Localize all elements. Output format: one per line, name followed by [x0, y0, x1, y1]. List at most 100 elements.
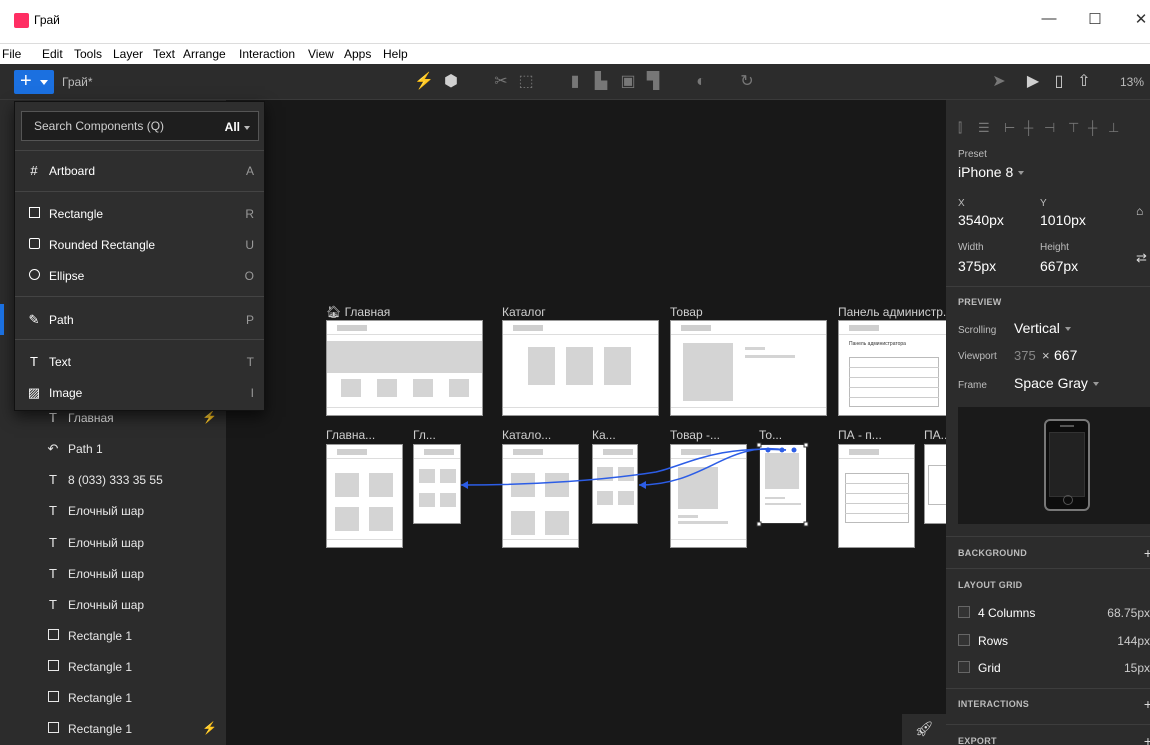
align-top-icon[interactable]: ⊣: [1044, 120, 1055, 136]
filter-dropdown[interactable]: All: [225, 120, 250, 134]
interaction-link[interactable]: [638, 447, 787, 486]
toolbar: + Грай* ⚡ ⬢ ✂ ⬚ ▮ ▙ ▣ ▜ ◐ ↻ ➤ ▶ ▯ ⇧ 13%: [0, 64, 1150, 100]
frame-select[interactable]: Space Gray: [1014, 375, 1099, 391]
menu-edit[interactable]: Edit: [42, 47, 63, 61]
bolt-icon[interactable]: ⚡: [413, 72, 435, 92]
distribute-horizontal-icon[interactable]: ┼: [1024, 120, 1033, 135]
layer-item[interactable]: T 8 (033) 333 35 55: [0, 464, 226, 495]
selection-handle[interactable]: [803, 442, 809, 448]
component-image[interactable]: ▨ Image I: [15, 377, 264, 408]
play-icon[interactable]: ▶: [1022, 72, 1044, 92]
component-icon[interactable]: ⬢: [440, 72, 462, 92]
interactions-header: INTERACTIONS: [958, 699, 1030, 709]
boolean-difference-icon[interactable]: ▜: [642, 72, 664, 92]
add-component-button[interactable]: +: [14, 70, 54, 94]
component-rectangle[interactable]: Rectangle R: [15, 198, 264, 229]
menu-file[interactable]: File: [2, 47, 21, 61]
component-artboard[interactable]: # Artboard A: [15, 155, 264, 186]
menu-interaction[interactable]: Interaction: [239, 47, 295, 61]
layer-item[interactable]: T Елочный шар: [0, 589, 226, 620]
viewport-width[interactable]: 375: [1014, 348, 1036, 363]
mask-icon[interactable]: ✂: [490, 72, 512, 92]
rotate-icon[interactable]: ↻: [736, 72, 758, 92]
layer-item[interactable]: Rectangle 1 ⚡: [0, 713, 226, 744]
ellipse-icon: [27, 268, 41, 283]
component-ellipse[interactable]: Ellipse O: [15, 260, 264, 291]
selection-handle[interactable]: [756, 442, 762, 448]
boolean-union-icon[interactable]: ▮: [564, 72, 586, 92]
zoom-level[interactable]: 13%: [1120, 75, 1144, 89]
cursor-icon[interactable]: ➤: [988, 72, 1010, 92]
components-dropdown: All # Artboard A Rectangle R Rounded Rec…: [0, 101, 265, 411]
y-input[interactable]: 1010px: [1040, 212, 1086, 228]
menu-layer[interactable]: Layer: [113, 47, 143, 61]
search-components-input[interactable]: [22, 112, 202, 140]
layer-item[interactable]: T Елочный шар: [0, 495, 226, 526]
text-icon: T: [49, 597, 57, 612]
component-text[interactable]: T Text T: [15, 346, 264, 377]
text-icon: T: [30, 354, 38, 369]
align-bottom-icon[interactable]: ┼: [1088, 120, 1097, 135]
columns-checkbox[interactable]: [958, 606, 970, 618]
maximize-button[interactable]: ☐: [1080, 10, 1110, 28]
boolean-subtract-icon[interactable]: ▙: [590, 72, 612, 92]
layer-item[interactable]: T Елочный шар: [0, 558, 226, 589]
menu-bar: File Edit Tools Layer Text Arrange Inter…: [0, 44, 1150, 64]
preset-select[interactable]: iPhone 8: [958, 164, 1025, 180]
align-left-icon[interactable]: ⫿: [958, 120, 962, 136]
layer-item[interactable]: Rectangle 1: [0, 651, 226, 682]
component-rounded-rectangle[interactable]: Rounded Rectangle U: [15, 229, 264, 260]
width-input[interactable]: 375px: [958, 258, 996, 274]
link-handle[interactable]: [791, 447, 797, 453]
link-handle[interactable]: [765, 447, 771, 453]
grid-label: Grid: [978, 661, 1001, 675]
close-button[interactable]: ✕: [1126, 10, 1150, 28]
document-name: Грай*: [62, 75, 93, 89]
distribute-vertical-icon[interactable]: ⊥: [1108, 120, 1119, 136]
layer-label: Rectangle 1: [68, 691, 133, 705]
device-preview: [958, 407, 1150, 524]
text-icon: T: [49, 410, 57, 425]
add-export-button[interactable]: +: [1144, 733, 1150, 745]
grid-checkbox[interactable]: [958, 661, 970, 673]
boolean-intersect-icon[interactable]: ▣: [617, 72, 639, 92]
minimize-button[interactable]: —: [1034, 10, 1064, 27]
menu-view[interactable]: View: [308, 47, 334, 61]
rocket-icon[interactable]: 🚀︎: [902, 714, 946, 745]
menu-tools[interactable]: Tools: [74, 47, 102, 61]
columns-value[interactable]: 68.75px: [1107, 606, 1150, 620]
layer-item[interactable]: ↶ Path 1: [0, 433, 226, 464]
frame-icon[interactable]: ⬚: [515, 72, 537, 92]
lock-position-icon[interactable]: ⌂: [1136, 204, 1143, 218]
layer-item[interactable]: Rectangle 1: [0, 682, 226, 713]
rows-value[interactable]: 144px: [1117, 634, 1150, 648]
menu-text[interactable]: Text: [153, 47, 175, 61]
layer-item[interactable]: T Елочный шар: [0, 527, 226, 558]
flatten-icon[interactable]: ◐: [690, 72, 712, 92]
align-center-icon[interactable]: ☰: [978, 120, 990, 136]
link-handle[interactable]: [779, 447, 785, 453]
menu-apps[interactable]: Apps: [344, 47, 371, 61]
scrolling-select[interactable]: Vertical: [1014, 320, 1071, 336]
menu-arrange[interactable]: Arrange: [183, 47, 226, 61]
viewport-height[interactable]: 667: [1054, 347, 1077, 363]
height-input[interactable]: 667px: [1040, 258, 1078, 274]
selection-handle[interactable]: [803, 521, 809, 527]
align-right-icon[interactable]: ⊢: [1004, 120, 1015, 136]
menu-help[interactable]: Help: [383, 47, 408, 61]
align-middle-icon[interactable]: ⊤: [1068, 120, 1079, 136]
component-path[interactable]: ✎ Path P: [0, 304, 264, 335]
artboard-icon: #: [30, 163, 38, 178]
rows-checkbox[interactable]: [958, 634, 970, 646]
selection-handle[interactable]: [756, 521, 762, 527]
x-input[interactable]: 3540px: [958, 212, 1004, 228]
design-canvas[interactable]: 🏠︎ Главная Каталог Товар Панель админист…: [226, 100, 954, 745]
grid-value[interactable]: 15px: [1124, 661, 1150, 675]
layer-item[interactable]: Rectangle 1: [0, 620, 226, 651]
x-label: X: [958, 198, 965, 209]
add-background-button[interactable]: +: [1144, 545, 1150, 561]
swap-dimensions-icon[interactable]: ⇄: [1136, 250, 1147, 266]
share-icon[interactable]: ⇧: [1073, 72, 1095, 92]
add-interaction-button[interactable]: +: [1144, 696, 1150, 712]
device-icon[interactable]: ▯: [1048, 72, 1070, 92]
